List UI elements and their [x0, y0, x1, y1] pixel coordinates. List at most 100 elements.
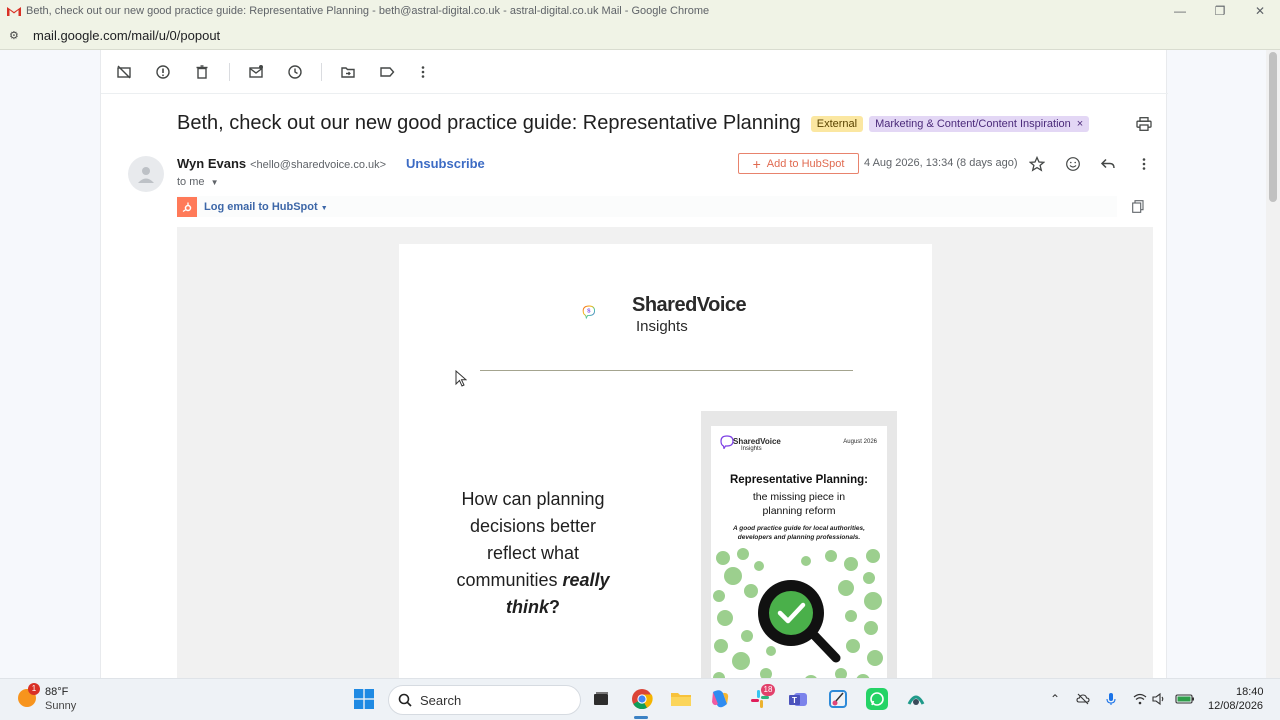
- copilot-icon[interactable]: [709, 688, 731, 710]
- weather-condition[interactable]: Sunny: [45, 700, 76, 712]
- toolbar-divider: [229, 62, 230, 81]
- add-to-hubspot-button[interactable]: + Add to HubSpot: [738, 153, 859, 174]
- magnifier-check-illustration: [713, 548, 883, 690]
- mail-panel: Beth, check out our new good practice gu…: [100, 50, 1168, 691]
- report-spam-icon[interactable]: [152, 61, 174, 83]
- url-text[interactable]: mail.google.com/mail/u/0/popout: [33, 28, 220, 43]
- message-more-icon[interactable]: [1135, 155, 1153, 173]
- address-bar[interactable]: ⚙ mail.google.com/mail/u/0/popout: [0, 22, 1280, 50]
- question-mark: ?: [549, 597, 560, 617]
- content-divider: [480, 370, 853, 371]
- weather-temperature[interactable]: 88°F: [45, 686, 68, 698]
- cover-subtitle: the missing piece in planning reform: [711, 490, 887, 518]
- chevron-up-icon[interactable]: ⌃: [1048, 692, 1062, 706]
- email-date: 4 Aug 2026, 13:34 (8 days ago): [864, 157, 1018, 169]
- page-scrollbar[interactable]: [1266, 50, 1280, 678]
- subject-row: Beth, check out our new good practice gu…: [177, 112, 1090, 135]
- window-title: Beth, check out our new good practice gu…: [26, 5, 710, 17]
- active-app-indicator: [634, 716, 648, 719]
- label-icon[interactable]: [376, 61, 398, 83]
- question-line: decisions better: [469, 516, 597, 536]
- delete-icon[interactable]: [191, 61, 213, 83]
- teams-icon[interactable]: T: [787, 688, 809, 710]
- file-explorer-icon[interactable]: [670, 688, 692, 710]
- whatsapp-icon[interactable]: [866, 688, 888, 710]
- slack-badge: 18: [761, 684, 775, 696]
- close-icon[interactable]: ✕: [1240, 0, 1280, 22]
- caret-down-icon: ▼: [320, 204, 328, 212]
- svg-text:T: T: [792, 696, 797, 705]
- log-email-hubspot-label: Log email to HubSpot: [204, 200, 318, 213]
- recipient-text: to me: [177, 176, 205, 188]
- cover-title: Representative Planning:: [729, 474, 869, 486]
- email-subject: Beth, check out our new good practice gu…: [177, 112, 801, 134]
- log-email-hubspot-link[interactable]: Log email to HubSpot ▼: [204, 201, 328, 213]
- remove-label-icon[interactable]: ×: [1077, 118, 1083, 130]
- gmail-icon: [7, 7, 21, 16]
- battery-icon[interactable]: [1175, 692, 1195, 706]
- task-view-icon[interactable]: [590, 688, 612, 710]
- window-titlebar: Beth, check out our new good practice gu…: [0, 0, 1280, 22]
- question-line: communities: [456, 570, 563, 590]
- site-info-icon[interactable]: ⚙: [9, 30, 21, 42]
- chevron-down-icon[interactable]: ▼: [211, 178, 219, 187]
- sender-row: Wyn Evans <hello@sharedvoice.co.uk> Unsu…: [177, 156, 485, 171]
- label-chip-text: Marketing & Content/Content Inspiration: [875, 117, 1071, 130]
- weather-badge: 1: [28, 683, 40, 695]
- taskbar: 1 88°F Sunny Search 18 T ⌃ 18:40 12/08/2…: [0, 678, 1280, 720]
- page: Beth, check out our new good practice gu…: [0, 50, 1280, 691]
- hubspot-bar: Log email to HubSpot ▼: [177, 196, 1117, 217]
- app-shortcut-icon[interactable]: [905, 688, 927, 710]
- clock-time[interactable]: 18:40: [1236, 686, 1264, 698]
- emoji-reaction-icon[interactable]: [1064, 155, 1082, 173]
- email-body: S SharedVoice Insights How can planning …: [177, 227, 1153, 691]
- print-icon[interactable]: [1136, 117, 1152, 131]
- add-to-hubspot-label: Add to HubSpot: [766, 157, 845, 170]
- newsletter-card: S SharedVoice Insights How can planning …: [399, 244, 932, 691]
- minimize-icon[interactable]: —: [1160, 0, 1200, 22]
- question-line: How can planning: [461, 489, 605, 509]
- microphone-icon[interactable]: [1104, 692, 1118, 706]
- brand-subtitle: Insights: [636, 318, 688, 335]
- guide-cover-image[interactable]: SharedVoice Insights August 2026 Represe…: [701, 411, 897, 691]
- sender-email: <hello@sharedvoice.co.uk>: [250, 159, 387, 171]
- copy-icon[interactable]: [1132, 200, 1144, 213]
- cover-description: A good practice guide for local authorit…: [733, 525, 865, 541]
- wifi-icon[interactable]: [1133, 692, 1147, 706]
- mark-unread-icon[interactable]: [245, 61, 267, 83]
- cover-subtitle-line: the missing piece in: [752, 491, 846, 503]
- cover-date: August 2026: [843, 439, 877, 445]
- volume-icon[interactable]: [1152, 692, 1166, 706]
- plus-icon: +: [752, 155, 761, 172]
- label-chip[interactable]: Marketing & Content/Content Inspiration ×: [869, 115, 1090, 132]
- cover-subtitle-line: planning reform: [762, 505, 836, 517]
- onedrive-icon[interactable]: [1076, 692, 1090, 706]
- unsubscribe-link[interactable]: Unsubscribe: [406, 156, 485, 171]
- recipient-toggle[interactable]: to me ▼: [177, 176, 219, 188]
- sender-name[interactable]: Wyn Evans: [177, 156, 246, 171]
- archive-icon[interactable]: [113, 61, 135, 83]
- windows-start-icon[interactable]: [354, 689, 374, 709]
- search-label: Search: [420, 692, 462, 708]
- restore-icon[interactable]: ❐: [1200, 0, 1240, 22]
- hubspot-logo-icon: [177, 196, 197, 217]
- scrollbar-thumb[interactable]: [1269, 52, 1277, 202]
- brand-name: SharedVoice: [632, 294, 747, 316]
- star-icon[interactable]: [1028, 155, 1046, 173]
- sharedvoice-logo-icon: S: [582, 305, 596, 320]
- move-to-icon[interactable]: [337, 61, 359, 83]
- sender-avatar: [128, 156, 164, 192]
- reply-icon[interactable]: [1099, 155, 1117, 173]
- question-line: reflect what: [486, 543, 580, 563]
- external-badge: External: [810, 115, 864, 132]
- toolbar-divider: [321, 62, 322, 81]
- more-icon[interactable]: [412, 61, 434, 83]
- snipping-tool-icon[interactable]: [827, 688, 849, 710]
- clock-date[interactable]: 12/08/2026: [1208, 700, 1263, 712]
- svg-text:S: S: [587, 309, 591, 315]
- taskbar-search[interactable]: Search: [388, 685, 581, 715]
- snooze-icon[interactable]: [284, 61, 306, 83]
- search-icon: [398, 693, 412, 707]
- chrome-icon[interactable]: [631, 688, 653, 710]
- cover-brand: SharedVoice: [733, 437, 781, 446]
